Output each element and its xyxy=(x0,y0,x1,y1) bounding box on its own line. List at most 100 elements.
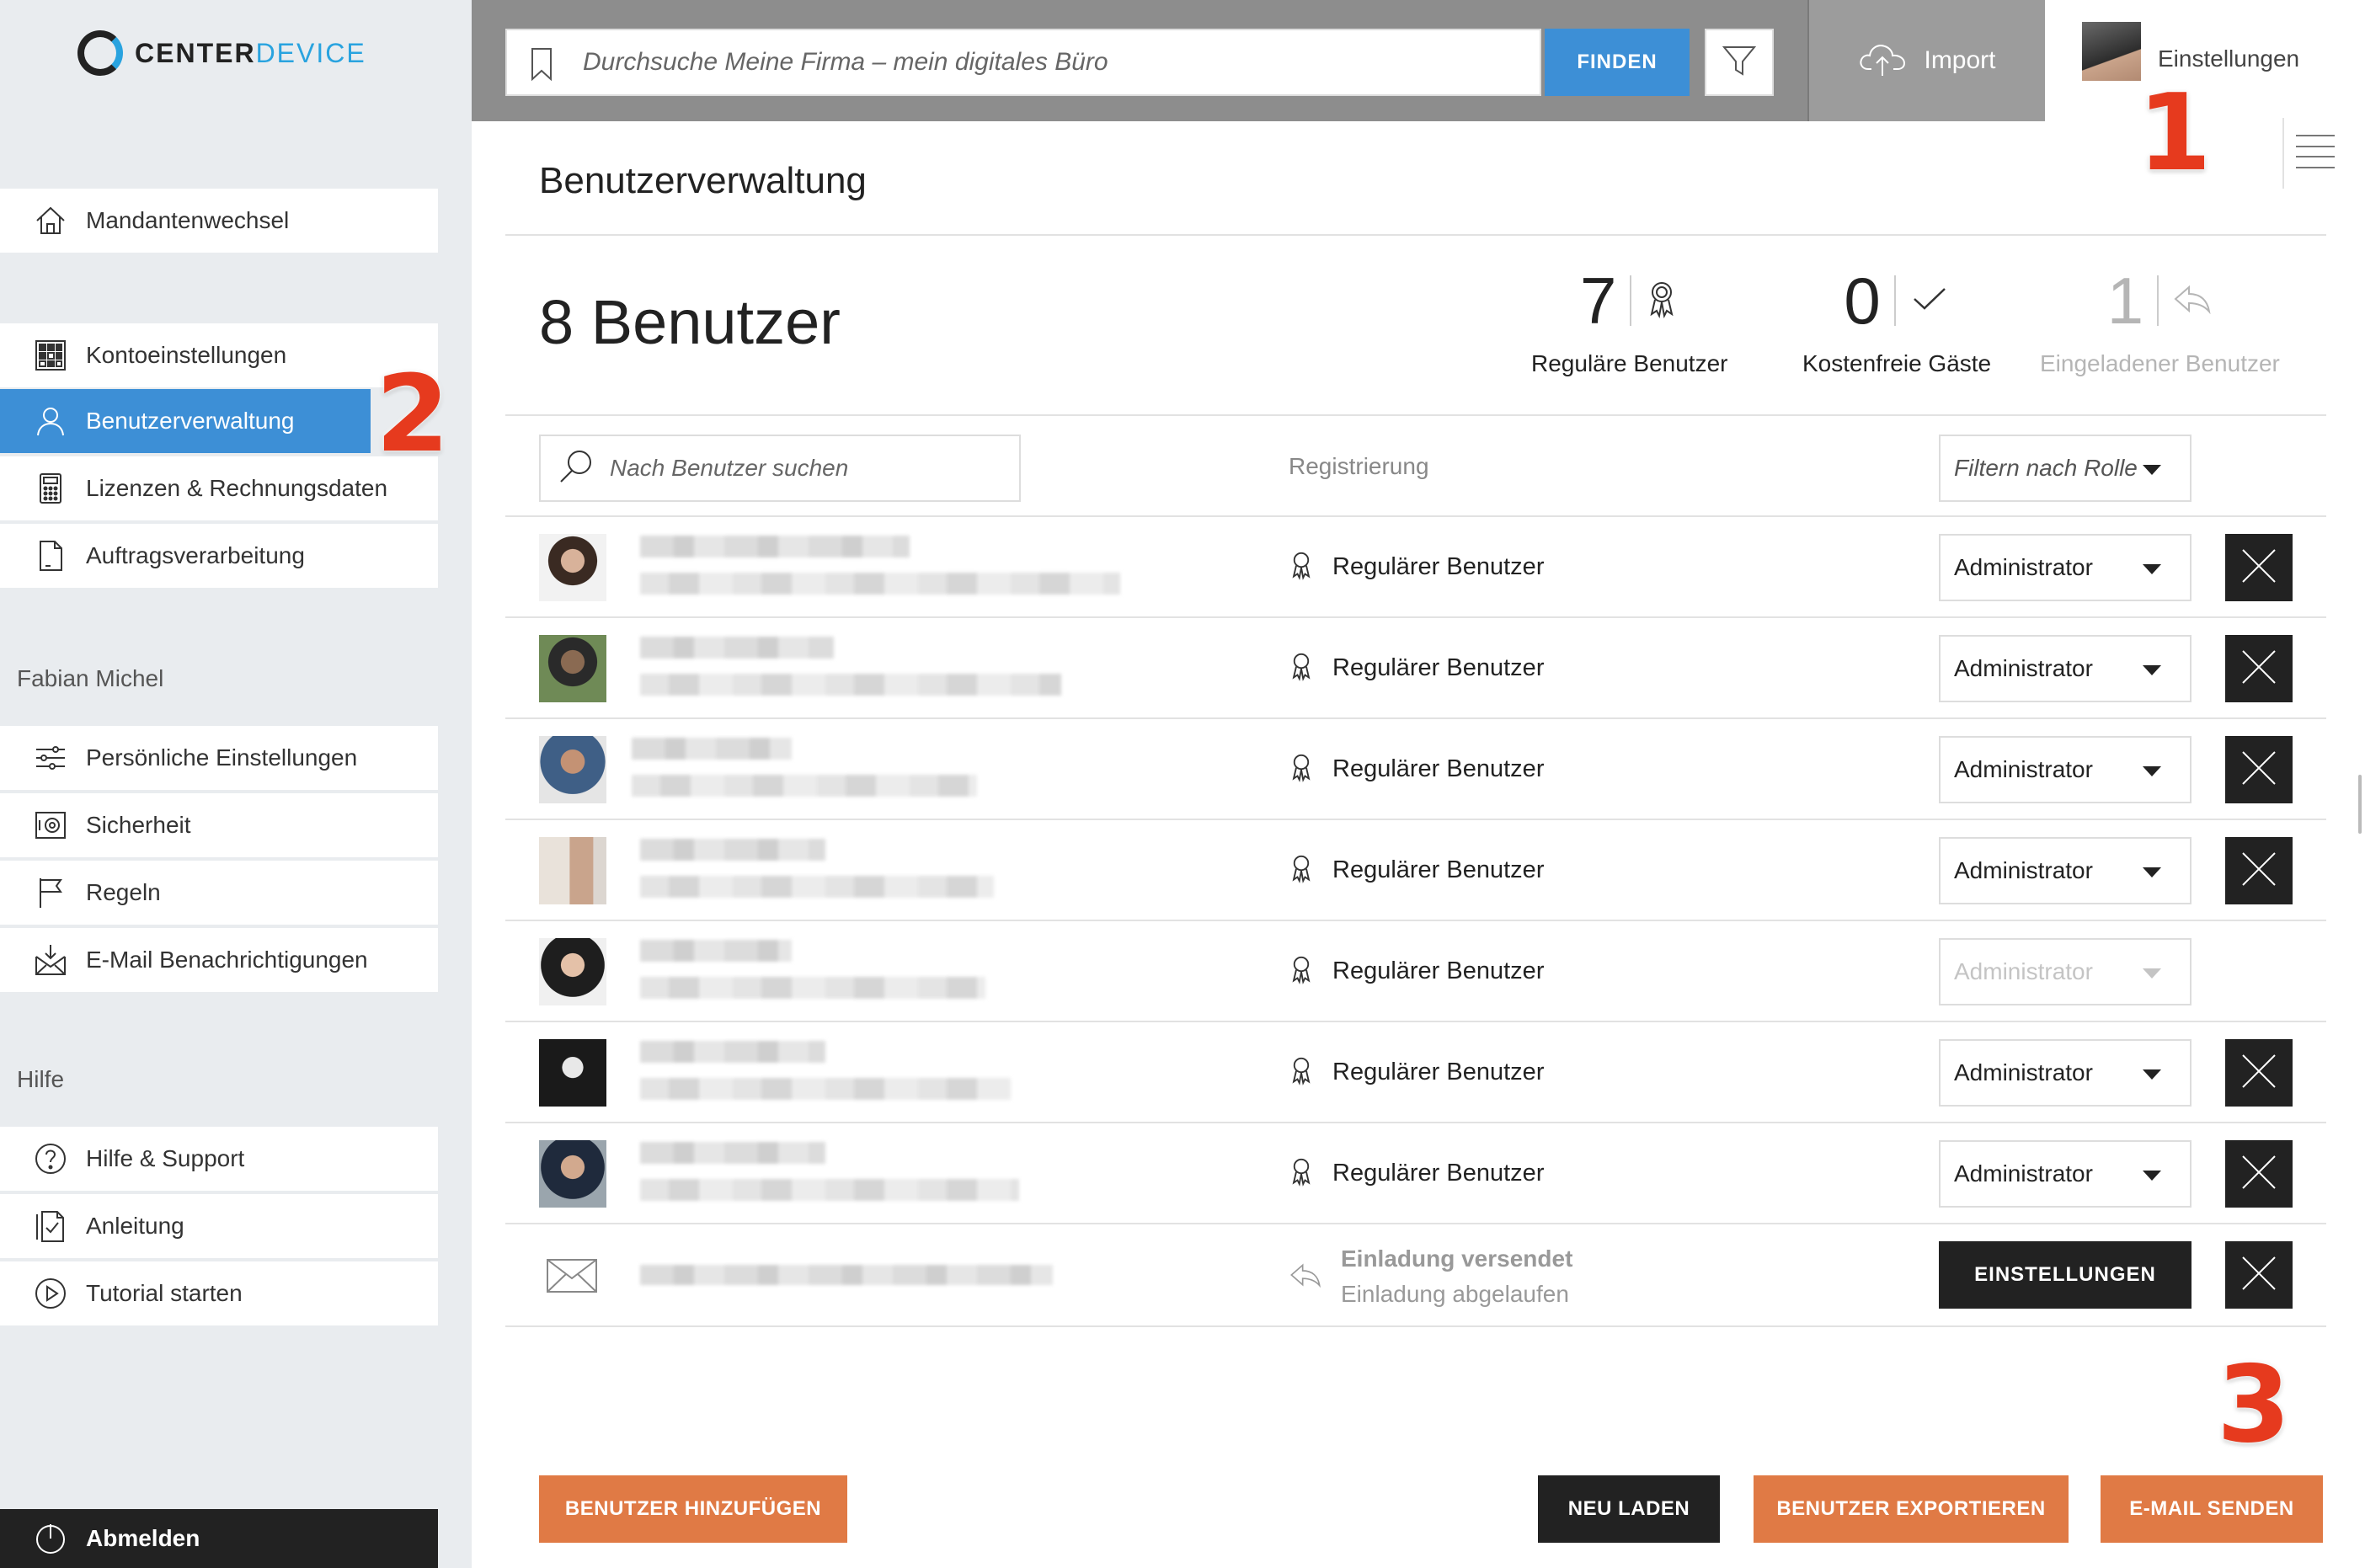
user-search-input[interactable] xyxy=(610,455,997,482)
annotation-marker-2: 2 xyxy=(376,352,450,476)
blurred-user-email xyxy=(640,1265,1053,1285)
role-value: Administrator xyxy=(1954,756,2093,782)
chevron-down-icon xyxy=(2143,867,2161,877)
registration-cell: Regulärer Benutzer xyxy=(1289,953,1544,989)
sidebar-item-help-support[interactable]: Hilfe & Support xyxy=(0,1127,438,1192)
role-select[interactable]: Administrator xyxy=(1939,736,2191,803)
ribbon-icon xyxy=(1289,751,1314,787)
import-button[interactable]: Import xyxy=(1807,0,2045,121)
role-select[interactable]: Administrator xyxy=(1939,635,2191,702)
sidebar-item-label: Persönliche Einstellungen xyxy=(86,744,358,771)
close-icon xyxy=(2240,547,2277,589)
find-button[interactable]: FINDEN xyxy=(1545,29,1690,96)
sidebar-item-label: Tutorial starten xyxy=(86,1280,243,1306)
role-filter-dropdown[interactable]: Filtern nach Rolle xyxy=(1939,435,2191,502)
sidebar-item-label: E-Mail Benachrichtigungen xyxy=(86,947,368,973)
registration-cell: Regulärer Benutzer xyxy=(1289,549,1544,585)
delete-user-button[interactable] xyxy=(2225,837,2293,904)
calculator-icon xyxy=(32,470,69,507)
bookmark-icon[interactable] xyxy=(529,47,554,85)
blurred-user-name xyxy=(632,738,792,760)
envelope-icon xyxy=(546,1258,598,1298)
sidebar-item-email-notifications[interactable]: E-Mail Benachrichtigungen xyxy=(0,928,438,994)
role-select[interactable]: Administrator xyxy=(1939,1039,2191,1107)
divider xyxy=(505,414,2326,416)
stat-label: Kostenfreie Gäste xyxy=(1802,350,1992,376)
ribbon-icon xyxy=(1645,279,1679,323)
delete-user-button[interactable] xyxy=(2225,736,2293,803)
role-select[interactable]: Administrator xyxy=(1939,534,2191,601)
role-select[interactable]: Administrator xyxy=(1939,1140,2191,1208)
sidebar-item-account-settings[interactable]: Kontoeinstellungen xyxy=(0,323,438,389)
hamburger-menu-icon[interactable] xyxy=(2296,135,2335,168)
delete-user-button[interactable] xyxy=(2225,534,2293,601)
user-count-title: 8 Benutzer xyxy=(539,287,841,357)
divider xyxy=(1893,275,1896,326)
sidebar-item-licenses[interactable]: Lizenzen & Rechnungsdaten xyxy=(0,456,438,522)
brand-logo[interactable]: CENTERDEVICE xyxy=(77,30,366,76)
ribbon-icon xyxy=(1289,549,1314,585)
document-icon xyxy=(32,537,69,574)
reload-button[interactable]: NEU LADEN xyxy=(1538,1475,1720,1543)
role-filter-label: Filtern nach Rolle xyxy=(1954,455,2138,481)
stat-free-guests: 0 Kostenfreie Gäste xyxy=(1802,268,1991,377)
export-users-button[interactable]: BENUTZER EXPORTIEREN xyxy=(1754,1475,2069,1543)
table-row[interactable]: Regulärer Benutzer Administrator xyxy=(505,618,2326,719)
reply-icon xyxy=(1289,1261,1322,1293)
role-select[interactable]: Administrator xyxy=(1939,837,2191,904)
sidebar-item-security[interactable]: Sicherheit xyxy=(0,793,438,859)
table-row[interactable]: Regulärer Benutzer Administrator xyxy=(505,719,2326,820)
avatar xyxy=(539,837,606,904)
avatar xyxy=(539,1039,606,1107)
settings-link[interactable]: Einstellungen xyxy=(2158,45,2299,72)
role-value: Administrator xyxy=(1954,554,2093,580)
add-user-button[interactable]: BENUTZER HINZUFÜGEN xyxy=(539,1475,847,1543)
close-icon xyxy=(2240,1154,2277,1195)
send-email-button[interactable]: E-MAIL SENDEN xyxy=(2101,1475,2323,1543)
table-row[interactable]: Regulärer Benutzer Administrator xyxy=(505,1123,2326,1224)
blurred-user-email xyxy=(632,775,977,797)
sidebar-item-personal-settings[interactable]: Persönliche Einstellungen xyxy=(0,726,438,792)
delete-invitation-button[interactable] xyxy=(2225,1241,2293,1309)
ribbon-icon xyxy=(1289,852,1314,888)
divider xyxy=(1630,275,1632,326)
registration-label: Regulärer Benutzer xyxy=(1332,654,1545,681)
delete-user-button[interactable] xyxy=(2225,1140,2293,1208)
scrollbar[interactable] xyxy=(2358,775,2362,834)
sidebar-item-rules[interactable]: Regeln xyxy=(0,861,438,926)
search-icon xyxy=(558,448,595,489)
global-search-input[interactable] xyxy=(583,30,1425,94)
table-row[interactable]: Regulärer Benutzer Administrator xyxy=(505,921,2326,1022)
annotation-marker-3: 3 xyxy=(2217,1342,2291,1466)
registration-cell: Regulärer Benutzer xyxy=(1289,751,1544,787)
chevron-down-icon xyxy=(2143,1171,2161,1181)
sidebar-item-label: Lizenzen & Rechnungsdaten xyxy=(86,475,388,501)
delete-user-button[interactable] xyxy=(2225,1039,2293,1107)
role-value: Administrator xyxy=(1954,1160,2093,1187)
question-icon xyxy=(32,1140,69,1177)
filter-button[interactable] xyxy=(1705,29,1774,96)
sidebar-item-tutorial[interactable]: Tutorial starten xyxy=(0,1261,438,1327)
sidebar-item-label: Kontoeinstellungen xyxy=(86,342,287,368)
sidebar-item-order-processing[interactable]: Auftragsverarbeitung xyxy=(0,524,438,589)
sidebar-item-tenant-switch[interactable]: Mandantenwechsel xyxy=(0,189,438,254)
blurred-user-email xyxy=(640,876,994,898)
brand-name: CENTERDEVICE xyxy=(135,37,366,68)
table-row-invitation[interactable]: Einladung versendet Einladung abgelaufen… xyxy=(505,1224,2326,1327)
invitation-settings-button[interactable]: EINSTELLUNGEN xyxy=(1939,1241,2191,1309)
table-row[interactable]: Regulärer Benutzer Administrator xyxy=(505,517,2326,618)
table-row[interactable]: Regulärer Benutzer Administrator xyxy=(505,1022,2326,1123)
sidebar-item-guide[interactable]: Anleitung xyxy=(0,1194,438,1260)
close-icon xyxy=(2240,851,2277,892)
sidebar-item-user-management[interactable]: Benutzerverwaltung xyxy=(0,389,371,455)
blurred-user-name xyxy=(640,1041,825,1063)
delete-user-button[interactable] xyxy=(2225,635,2293,702)
registration-label: Regulärer Benutzer xyxy=(1332,856,1545,883)
table-row[interactable]: Regulärer Benutzer Administrator xyxy=(505,820,2326,921)
avatar[interactable] xyxy=(2082,22,2141,81)
sidebar-item-label: Benutzerverwaltung xyxy=(86,408,295,434)
funnel-icon xyxy=(1722,43,1757,83)
grid-icon xyxy=(32,337,69,374)
role-value: Administrator xyxy=(1954,655,2093,681)
logout-button[interactable]: Abmelden xyxy=(0,1509,438,1568)
